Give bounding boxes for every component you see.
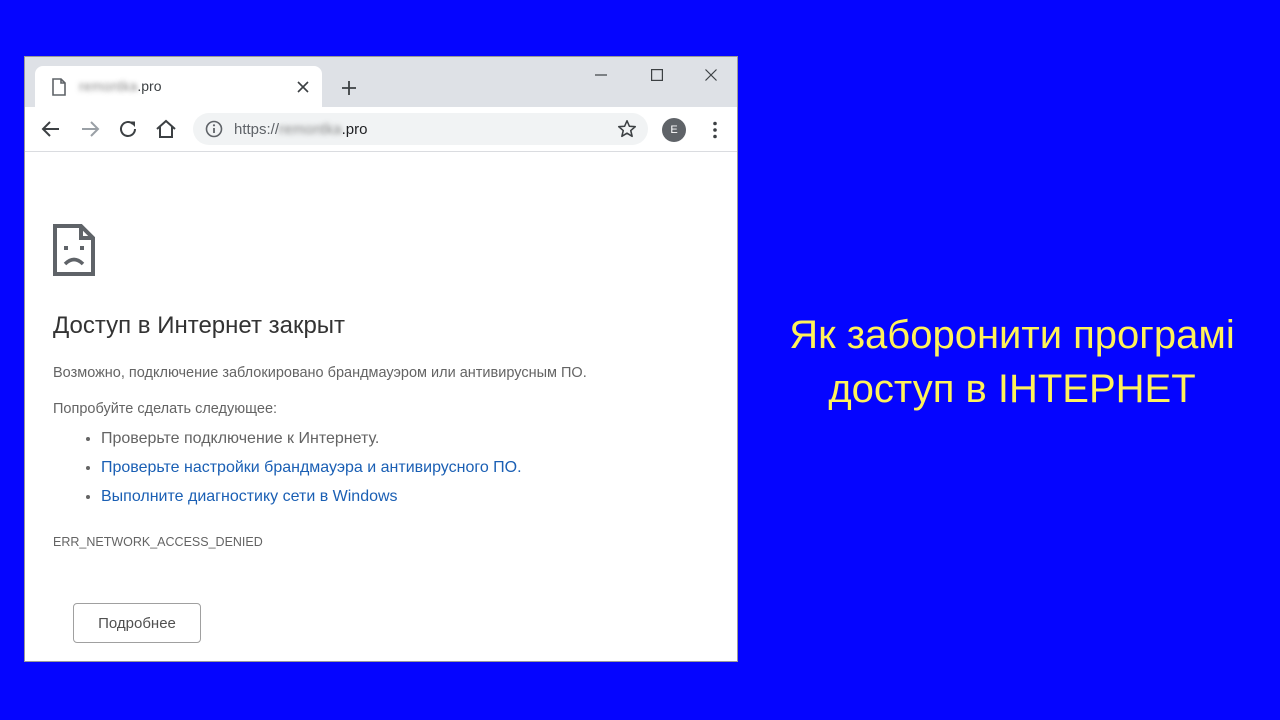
close-icon bbox=[297, 81, 309, 93]
info-icon[interactable] bbox=[205, 120, 223, 138]
forward-button[interactable] bbox=[78, 117, 102, 141]
caption-line-2: доступ в ІНТЕРНЕТ bbox=[828, 367, 1196, 411]
arrow-right-icon bbox=[82, 121, 100, 137]
suggestion-diagnostics-link[interactable]: Выполните диагностику сети в Windows bbox=[101, 484, 522, 513]
maximize-button[interactable] bbox=[642, 63, 672, 87]
url-host-blurred: remontka bbox=[279, 121, 342, 138]
close-icon bbox=[705, 69, 717, 81]
suggestion-link-text[interactable]: Выполните диагностику сети в Windows bbox=[101, 488, 398, 505]
browser-window: remontka.pro https://remontka.pro E Дост… bbox=[24, 56, 738, 662]
suggestion-check-connection: Проверьте подключение к Интернету. bbox=[101, 426, 522, 455]
plus-icon bbox=[342, 81, 356, 95]
home-icon bbox=[156, 119, 176, 138]
tab-title-blurred: remontka bbox=[79, 78, 138, 94]
minimize-button[interactable] bbox=[586, 63, 616, 87]
suggestion-link-text[interactable]: Проверьте настройки брандмауэра и антиви… bbox=[101, 459, 522, 476]
suggestion-text: Проверьте подключение к Интернету. bbox=[101, 430, 380, 447]
kebab-menu-icon bbox=[713, 121, 717, 139]
home-button[interactable] bbox=[154, 117, 178, 141]
minimize-icon bbox=[595, 74, 607, 76]
back-button[interactable] bbox=[39, 117, 63, 141]
reload-button[interactable] bbox=[116, 117, 140, 141]
tab-title: remontka.pro bbox=[79, 78, 161, 94]
caption-line-1: Як заборонити програмі bbox=[789, 313, 1235, 357]
error-code: ERR_NETWORK_ACCESS_DENIED bbox=[53, 535, 263, 549]
tab-title-suffix: .pro bbox=[137, 78, 162, 94]
url-host-suffix: .pro bbox=[341, 121, 368, 138]
caption: Як заборонити програмі доступ в ІНТЕРНЕТ bbox=[752, 308, 1272, 416]
close-window-button[interactable] bbox=[696, 63, 726, 87]
try-label: Попробуйте сделать следующее: bbox=[53, 401, 278, 417]
profile-avatar[interactable]: E bbox=[662, 118, 686, 142]
url-text: https://remontka.pro bbox=[234, 121, 367, 138]
browser-toolbar: https://remontka.pro E bbox=[25, 107, 737, 152]
suggestions-list: Проверьте подключение к Интернету. Прове… bbox=[79, 426, 522, 513]
suggestion-firewall-link[interactable]: Проверьте настройки брандмауэра и антиви… bbox=[101, 455, 522, 484]
new-tab-button[interactable] bbox=[337, 76, 361, 100]
details-button[interactable]: Подробнее bbox=[73, 603, 201, 643]
address-bar[interactable]: https://remontka.pro bbox=[193, 113, 648, 145]
error-heading: Доступ в Интернет закрыт bbox=[53, 312, 346, 339]
sad-page-icon bbox=[53, 224, 95, 276]
star-icon[interactable] bbox=[616, 118, 638, 140]
arrow-left-icon bbox=[41, 121, 59, 137]
maximize-icon bbox=[651, 69, 664, 82]
page-icon bbox=[52, 78, 66, 96]
url-scheme: https:// bbox=[234, 121, 280, 138]
active-tab[interactable]: remontka.pro bbox=[35, 66, 322, 107]
reload-icon bbox=[120, 121, 136, 137]
tab-close-button[interactable] bbox=[293, 77, 313, 97]
browser-menu-button[interactable] bbox=[703, 118, 727, 142]
error-description: Возможно, подключение заблокировано бран… bbox=[53, 365, 587, 381]
tab-strip: remontka.pro bbox=[25, 57, 737, 107]
error-page: Доступ в Интернет закрыт Возможно, подкл… bbox=[25, 152, 737, 661]
